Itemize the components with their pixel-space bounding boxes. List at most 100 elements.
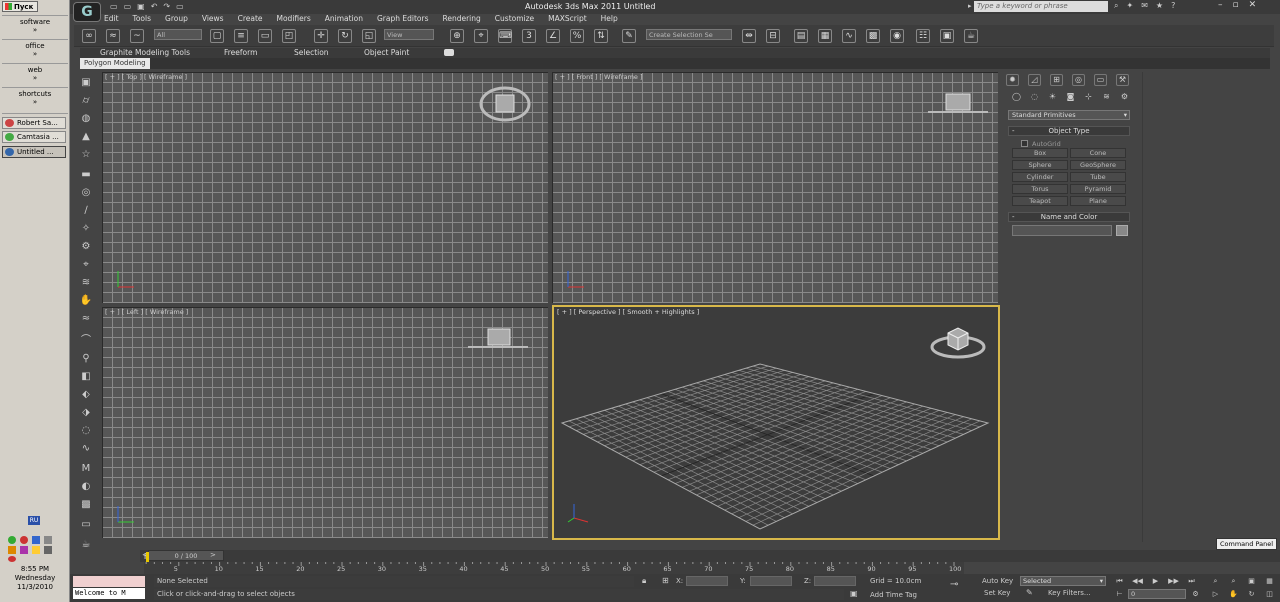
- new-file-icon[interactable]: ▭: [110, 2, 118, 11]
- modify-panel-icon[interactable]: ◿: [1028, 74, 1041, 86]
- create-light-icon[interactable]: ✧: [78, 222, 94, 236]
- menu-create[interactable]: Create: [238, 14, 263, 25]
- viewport-label[interactable]: [ + ] [ Top ] [ Wireframe ]: [105, 73, 187, 81]
- shapes-category-icon[interactable]: ◌: [1028, 92, 1041, 104]
- time-tag-icon[interactable]: ▣: [850, 589, 858, 598]
- viewcube-icon[interactable]: [928, 323, 988, 363]
- render-teapot-icon[interactable]: ☕: [78, 538, 94, 552]
- save-icon[interactable]: ▣: [137, 2, 145, 11]
- object-type-rollout[interactable]: - Object Type: [1008, 126, 1130, 136]
- clock[interactable]: 8:55 PM Wednesday 11/3/2010: [0, 565, 70, 592]
- speaker-icon[interactable]: [44, 536, 52, 544]
- plane-button[interactable]: Plane: [1070, 196, 1126, 206]
- modifier-ffd-icon[interactable]: ⬖: [78, 388, 94, 402]
- scale-icon[interactable]: ◱: [362, 29, 376, 43]
- teapot-button[interactable]: Teapot: [1012, 196, 1068, 206]
- y-coordinate-field[interactable]: [750, 576, 792, 586]
- polygon-modeling-panel[interactable]: Polygon Modeling: [80, 58, 150, 69]
- percent-snap-icon[interactable]: %: [570, 29, 584, 43]
- key-icon[interactable]: ⊸: [950, 579, 958, 590]
- modifier-bend-icon[interactable]: ⌒: [78, 334, 94, 348]
- menu-customize[interactable]: Customize: [495, 14, 534, 25]
- create-camera-icon[interactable]: ⌖: [78, 258, 94, 272]
- cylinder-button[interactable]: Cylinder: [1012, 172, 1068, 182]
- torus-button[interactable]: Torus: [1012, 184, 1068, 194]
- utilities-panel-icon[interactable]: ⚒: [1116, 74, 1129, 86]
- zoom-all-icon[interactable]: ⌕: [1228, 576, 1239, 586]
- track-bar[interactable]: 5 10 15 20 25 30 35 40 45 50 55 60 65 70 75 80 85 90 95 100: [144, 562, 964, 574]
- tray-icon[interactable]: [20, 546, 28, 554]
- spinner-snap-icon[interactable]: ⇅: [594, 29, 608, 43]
- menu-rendering[interactable]: Rendering: [442, 14, 480, 25]
- add-time-tag-button[interactable]: Add Time Tag: [870, 591, 917, 599]
- pyramid-button[interactable]: Pyramid: [1070, 184, 1126, 194]
- create-spline-icon[interactable]: ∕: [78, 204, 94, 218]
- create-shape-icon[interactable]: ◎: [78, 186, 94, 200]
- viewport-top[interactable]: [ + ] [ Top ] [ Wireframe ]: [102, 72, 548, 303]
- viewport-perspective[interactable]: [ + ] [ Perspective ] [ Smooth + Highlig…: [552, 305, 1000, 540]
- unlink-icon[interactable]: ≈: [106, 29, 120, 43]
- keyboard-shortcut-icon[interactable]: ⌨: [498, 29, 512, 43]
- bind-spacewarp-icon[interactable]: ~: [130, 29, 144, 43]
- redo-icon[interactable]: ↷: [163, 2, 170, 11]
- hierarchy-panel-icon[interactable]: ⊞: [1050, 74, 1063, 86]
- named-selection-sets-dropdown[interactable]: Create Selection Se: [646, 29, 732, 40]
- zoom-icon[interactable]: ⌕: [1210, 576, 1221, 586]
- link-icon[interactable]: ∞: [82, 29, 96, 43]
- create-box-icon[interactable]: ▣: [78, 76, 94, 90]
- box-button[interactable]: Box: [1012, 148, 1068, 158]
- viewport-left[interactable]: [ + ] [ Left ] [ Wireframe ]: [102, 307, 548, 538]
- name-and-color-rollout[interactable]: - Name and Color: [1008, 212, 1130, 222]
- viewcube-icon[interactable]: [466, 325, 530, 351]
- sphere-button[interactable]: Sphere: [1012, 160, 1068, 170]
- pivot-center-icon[interactable]: ⊕: [450, 29, 464, 43]
- menu-views[interactable]: Views: [202, 14, 224, 25]
- ribbon-options-icon[interactable]: [444, 49, 454, 56]
- spacewarps-category-icon[interactable]: ≋: [1100, 92, 1113, 104]
- viewport-label[interactable]: [ + ] [ Front ] [ Wireframe ]: [555, 73, 643, 81]
- modifier-wave-icon[interactable]: ≈: [78, 312, 94, 326]
- undo-icon[interactable]: ↶: [151, 2, 158, 11]
- window-crossing-icon[interactable]: ◰: [282, 29, 296, 43]
- select-by-name-icon[interactable]: ≡: [234, 29, 248, 43]
- rendered-frame-icon[interactable]: ▣: [940, 29, 954, 43]
- viewcube-icon[interactable]: [926, 92, 990, 116]
- start-button[interactable]: Пуск: [2, 1, 38, 12]
- task-camtasia[interactable]: Camtasia ...: [2, 131, 66, 143]
- modifier-map-icon[interactable]: ▩: [78, 498, 94, 512]
- z-coordinate-field[interactable]: [814, 576, 856, 586]
- close-icon[interactable]: ✕: [1249, 0, 1257, 10]
- create-system-icon[interactable]: ✋: [78, 294, 94, 308]
- create-spacewarp-icon[interactable]: ≋: [78, 276, 94, 290]
- menu-graph-editors[interactable]: Graph Editors: [377, 14, 429, 25]
- language-indicator[interactable]: RU: [28, 516, 40, 525]
- tab-freeform[interactable]: Freeform: [224, 48, 257, 57]
- render-production-icon[interactable]: ☕: [964, 29, 978, 43]
- modifier-relax-icon[interactable]: ◌: [78, 424, 94, 438]
- object-color-swatch[interactable]: [1116, 225, 1128, 236]
- lock-icon[interactable]: 🔒︎: [642, 576, 646, 586]
- field-of-view-icon[interactable]: ▷: [1210, 589, 1221, 599]
- maxscript-listener-output[interactable]: [73, 576, 145, 587]
- help-icon[interactable]: ?: [1171, 1, 1175, 11]
- tray-icon[interactable]: [20, 536, 28, 544]
- time-configuration-icon[interactable]: ⚙: [1190, 589, 1201, 599]
- object-name-input[interactable]: [1012, 225, 1112, 236]
- search-icon[interactable]: ⌕: [1114, 1, 1118, 11]
- curve-editor-icon[interactable]: ∿: [842, 29, 856, 43]
- cameras-category-icon[interactable]: ◙: [1064, 92, 1077, 104]
- render-setup-icon[interactable]: ☷: [916, 29, 930, 43]
- open-file-icon[interactable]: ▭: [124, 2, 132, 11]
- rect-selection-icon[interactable]: ▭: [258, 29, 272, 43]
- current-frame-field[interactable]: 0: [1128, 589, 1186, 599]
- communication-icon[interactable]: ✉: [1141, 1, 1148, 11]
- create-helper-icon[interactable]: ⚙: [78, 240, 94, 254]
- minimize-icon[interactable]: –: [1218, 0, 1223, 10]
- tab-selection[interactable]: Selection: [294, 48, 329, 57]
- geosphere-button[interactable]: GeoSphere: [1070, 160, 1126, 170]
- tray-icon[interactable]: [8, 546, 16, 554]
- helpers-category-icon[interactable]: ⊹: [1082, 92, 1095, 104]
- key-mode-toggle-icon[interactable]: ⊢: [1114, 589, 1125, 599]
- key-mode-dropdown[interactable]: Selected ▾: [1020, 576, 1106, 586]
- zoom-extents-icon[interactable]: ▣: [1246, 576, 1257, 586]
